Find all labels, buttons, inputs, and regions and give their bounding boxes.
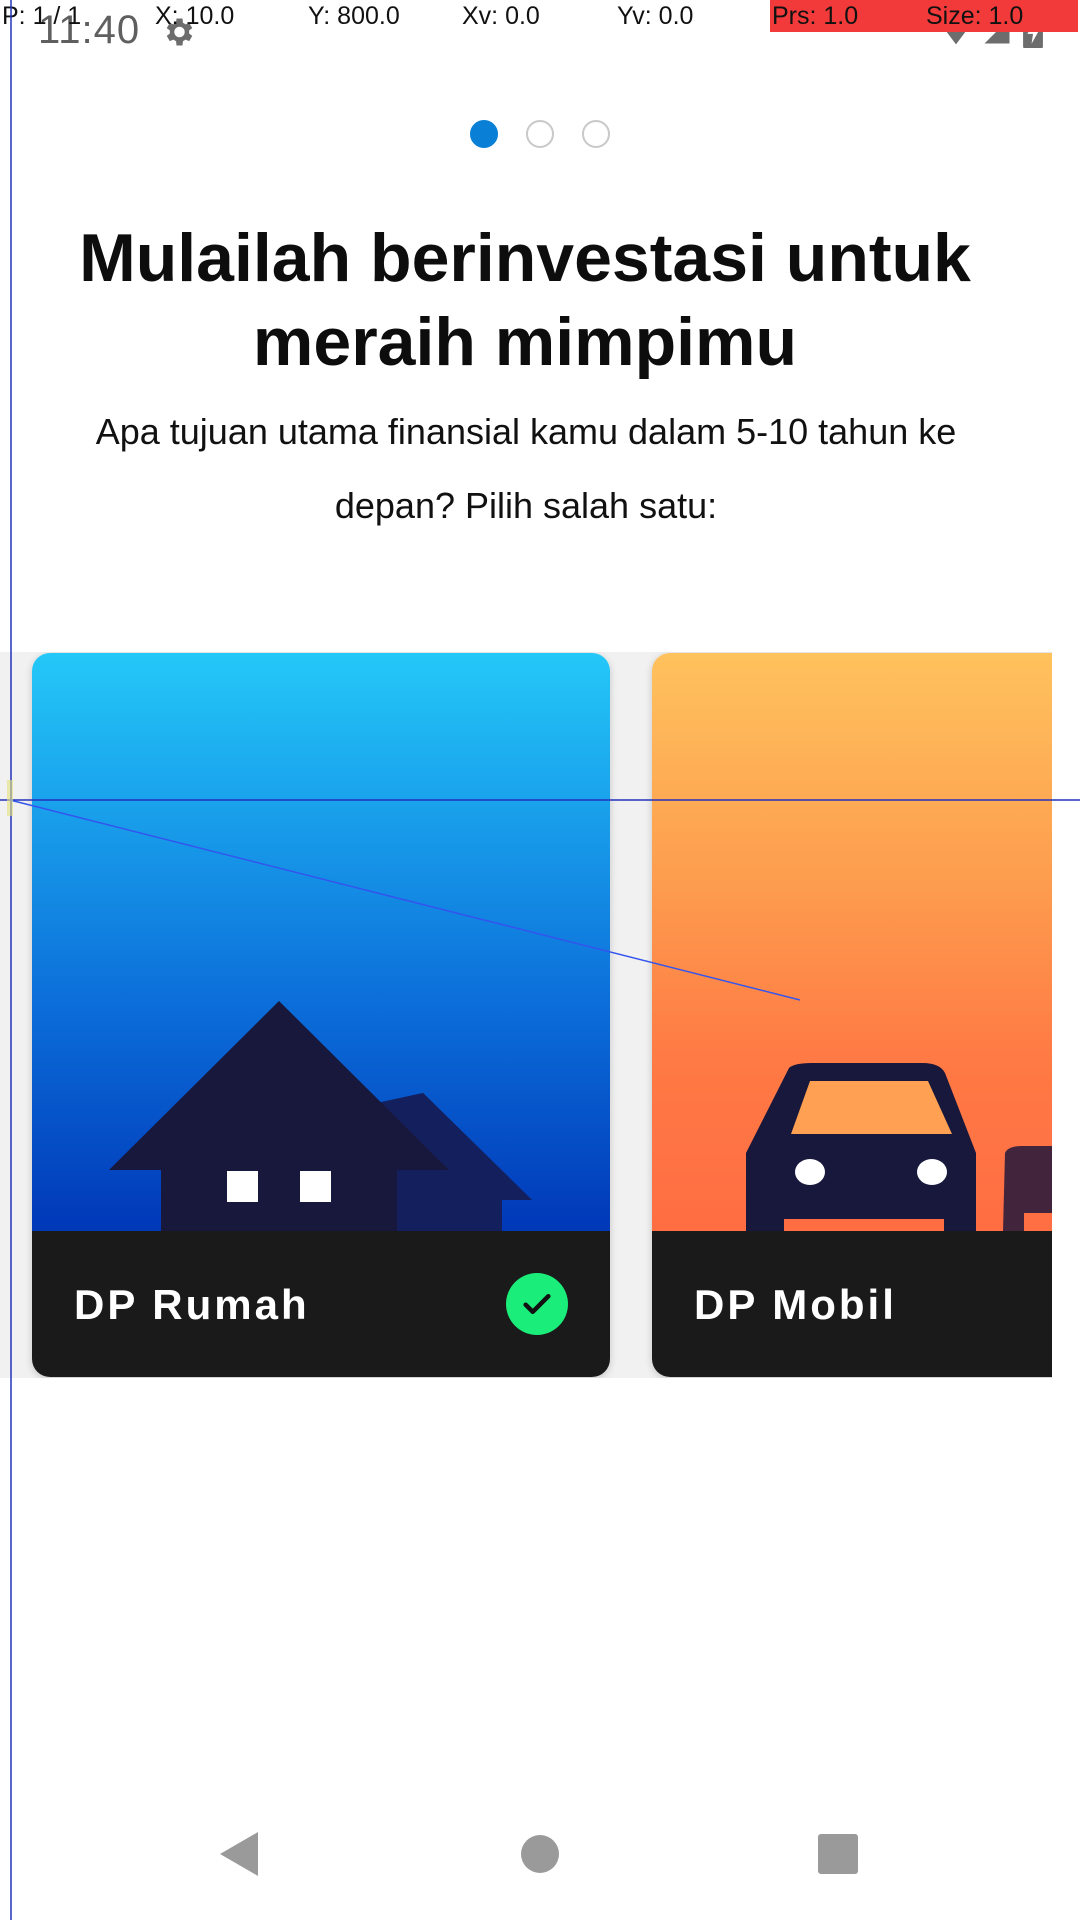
page-subtitle: Apa tujuan utama finansial kamu dalam 5-…: [95, 411, 957, 526]
debug-size: Size: 1.0: [924, 0, 1078, 32]
pager-dot: [582, 120, 610, 148]
debug-pressure: Prs: 1.0: [770, 0, 924, 32]
pointer-debug-overlay: P: 1 / 1 X: 10.0 Y: 800.0 Xv: 0.0 Yv: 0.…: [0, 0, 1080, 32]
goal-card-dp-mobil[interactable]: DP Mobil: [652, 653, 1052, 1377]
goal-card-label: DP Rumah: [74, 1281, 310, 1328]
pager-dot: [526, 120, 554, 148]
goal-card-dp-rumah[interactable]: DP Rumah: [32, 653, 610, 1377]
card-footer: DP Mobil: [652, 1231, 1052, 1377]
home-circle-icon[interactable]: [510, 1824, 570, 1884]
pager-indicator: [0, 120, 1080, 148]
house-illustration: [32, 653, 610, 1231]
page-title: Mulailah berinvestasi untuk meraih mimpi…: [79, 220, 971, 380]
system-nav-bar: [0, 1806, 1080, 1906]
onboarding-screen: 11:40 P: 1 / 1 X: 10.0 Y: 800.0 Xv: 0.0 …: [0, 0, 1080, 1920]
card-footer: DP Rumah: [32, 1231, 610, 1377]
goal-card-carousel[interactable]: DP Rumah DP Mobil: [0, 652, 1052, 1378]
goal-card-label: DP Mobil: [694, 1281, 897, 1328]
debug-x: X: 10.0: [155, 2, 235, 30]
pager-dot-active: [470, 120, 498, 148]
debug-yv: Yv: 0.0: [617, 2, 694, 30]
checkmark-icon: [506, 1273, 568, 1335]
car-illustration: [652, 653, 1052, 1231]
debug-y: Y: 800.0: [308, 2, 400, 30]
car-icon: [746, 1063, 1052, 1231]
back-triangle-icon[interactable]: [210, 1824, 270, 1884]
debug-pointer: P: 1 / 1: [2, 2, 82, 30]
recents-square-icon[interactable]: [808, 1824, 868, 1884]
debug-xv: Xv: 0.0: [462, 2, 540, 30]
house-icon: [109, 1001, 532, 1231]
